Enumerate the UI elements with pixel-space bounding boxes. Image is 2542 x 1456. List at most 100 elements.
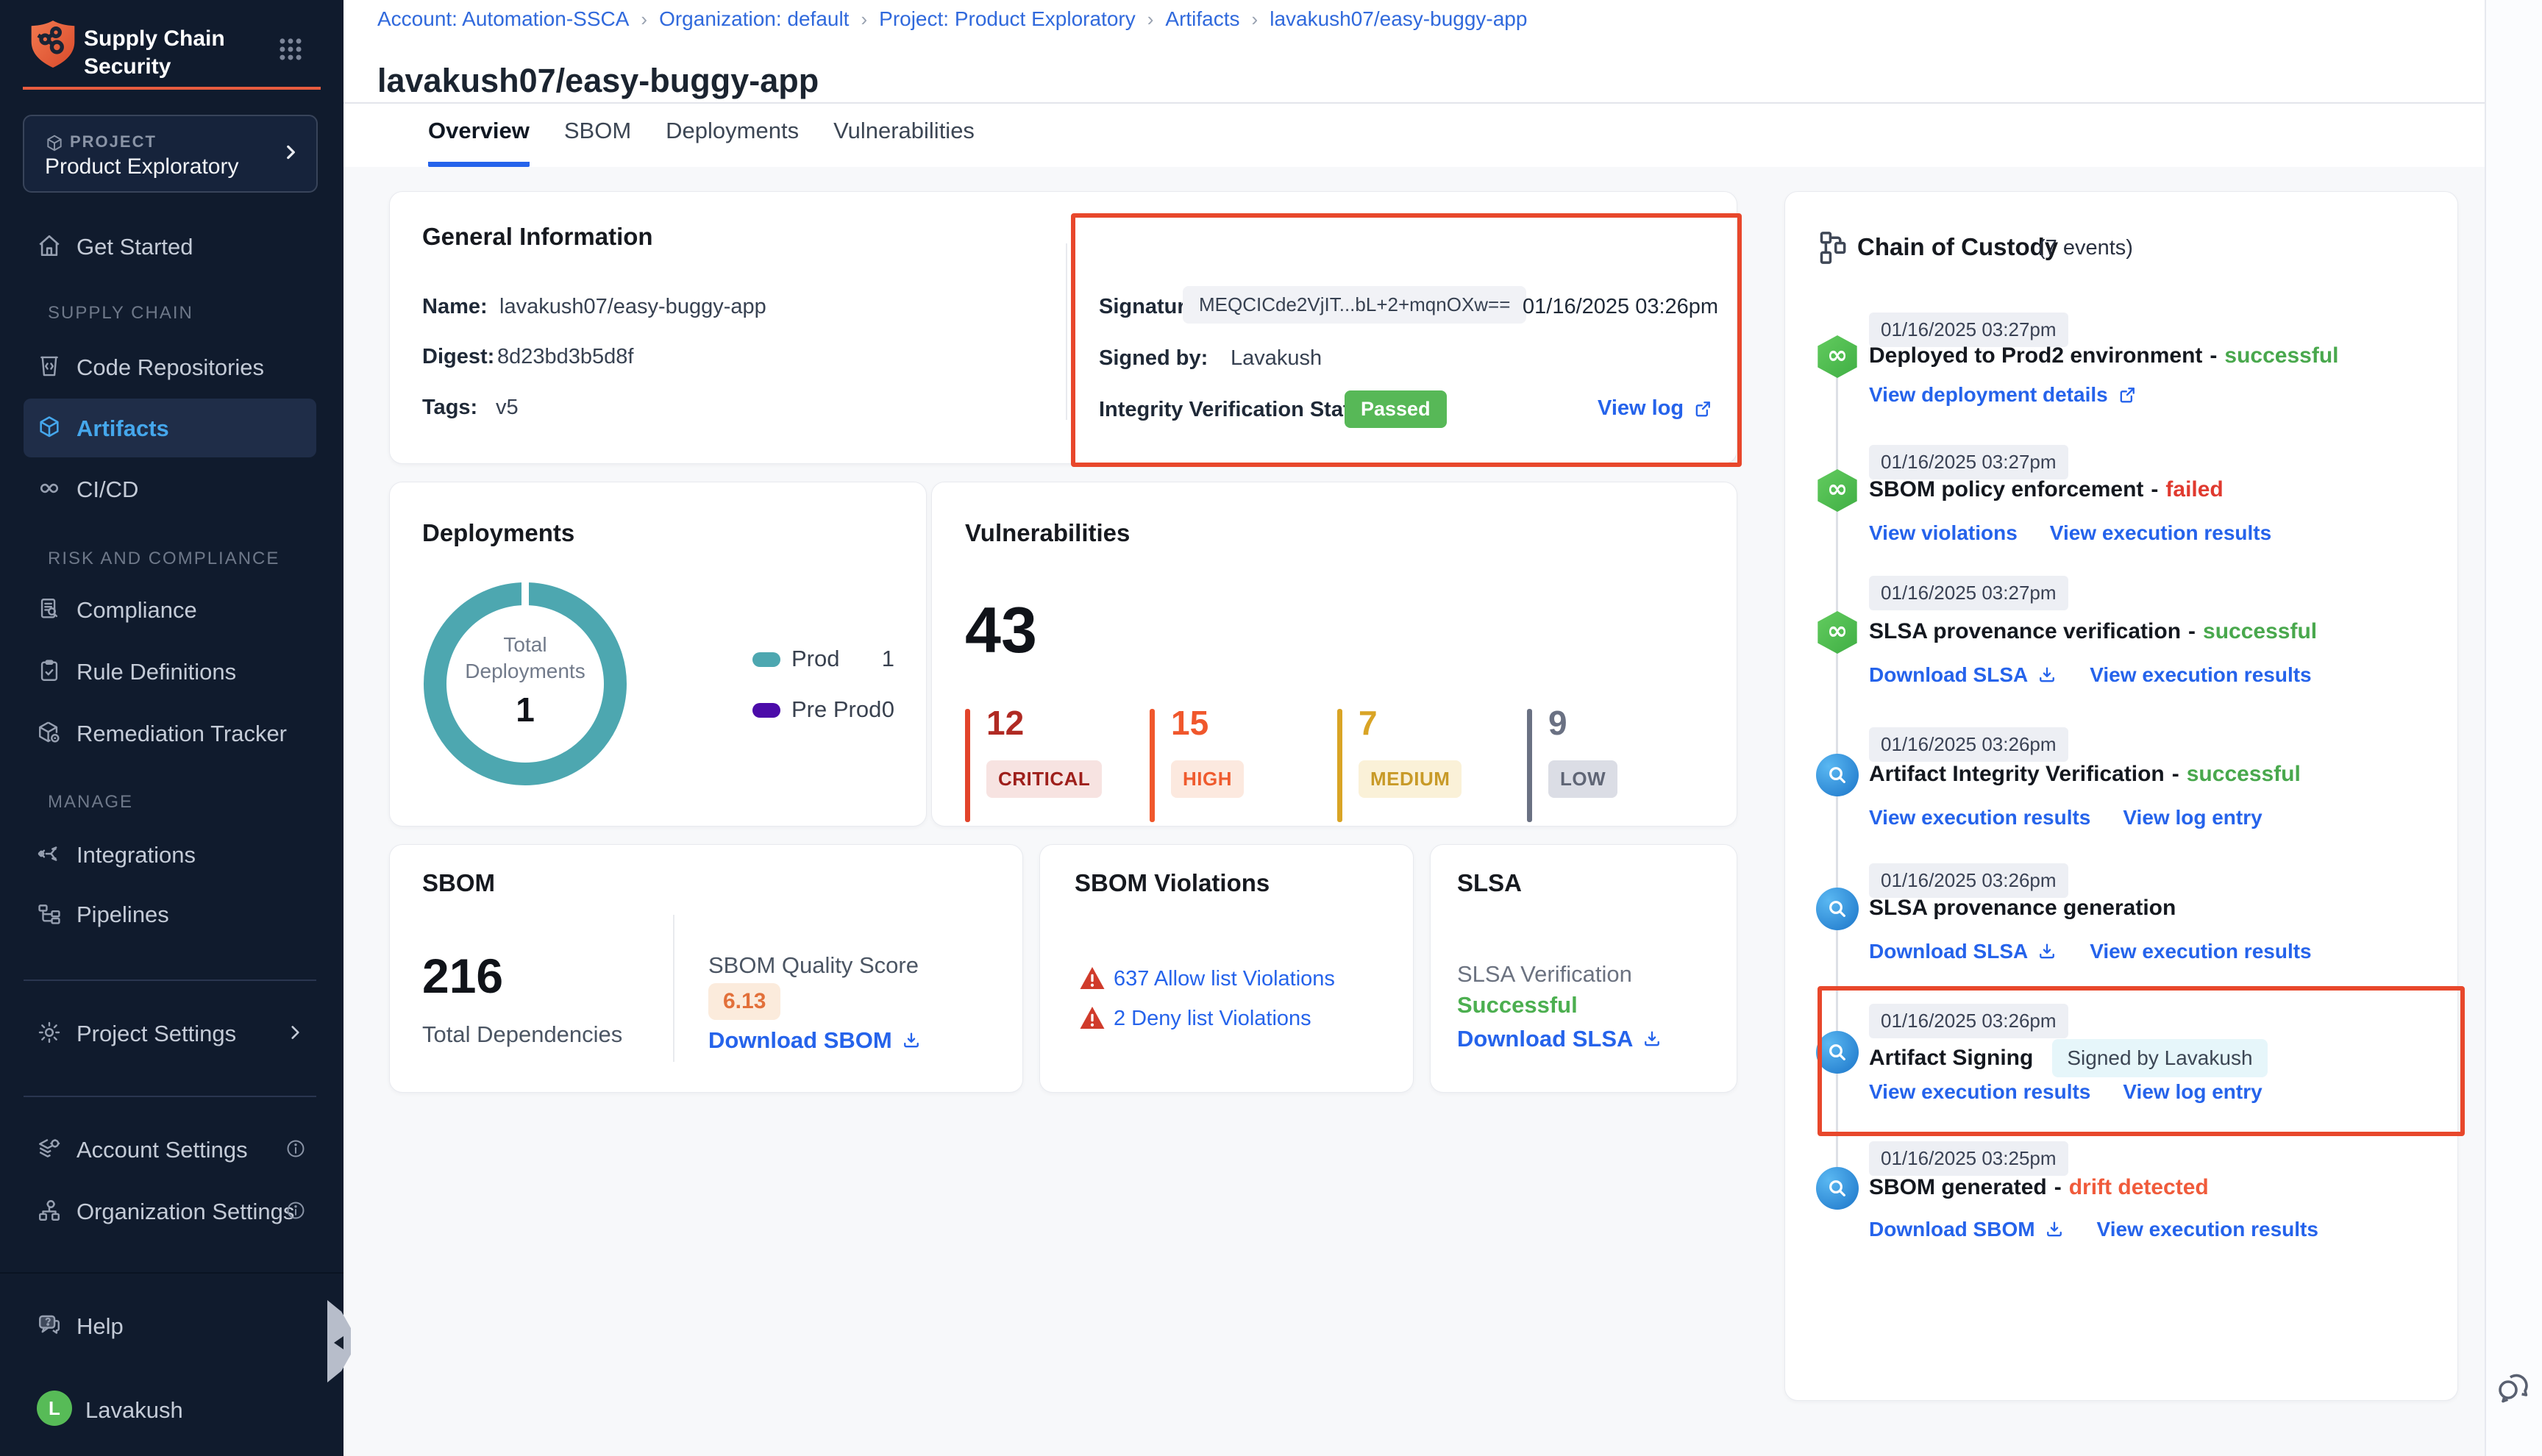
- event-timestamp: 01/16/2025 03:26pm: [1869, 863, 2068, 898]
- support-chat-icon[interactable]: [2496, 1371, 2532, 1406]
- user-initial: L: [49, 1397, 60, 1420]
- sbom-violations-card: SBOM Violations 637 Allow list Violation…: [1039, 844, 1414, 1093]
- highlight-box-signature: [1071, 213, 1742, 467]
- project-selector-label: PROJECT: [70, 132, 157, 151]
- sidebar-item-label: Organization Settings: [76, 1199, 294, 1225]
- view-log-entry-link[interactable]: View log entry: [2123, 806, 2262, 829]
- donut-center-label: Total Deployments: [460, 632, 590, 685]
- sidebar-collapse-handle[interactable]: [327, 1300, 351, 1382]
- sidebar-item-organization-settings[interactable]: Organization Settings: [24, 1188, 316, 1235]
- download-slsa-link[interactable]: Download SLSA: [1457, 1026, 1662, 1052]
- allow-list-violations-link[interactable]: 637 Allow list Violations: [1114, 967, 1335, 991]
- view-execution-results-link[interactable]: View execution results: [2097, 1218, 2318, 1241]
- sidebar-item-label: Get Started: [76, 234, 193, 260]
- event-title: SBOM policy enforcement - failed: [1869, 477, 2224, 502]
- event-status: drift detected: [2069, 1175, 2209, 1200]
- signed-by-label: Signed by:: [1099, 346, 1208, 371]
- view-execution-results-link[interactable]: View execution results: [2090, 663, 2311, 687]
- download-slsa-link[interactable]: Download SLSA: [1869, 663, 2057, 687]
- code-repository-icon: [37, 354, 62, 379]
- sidebar-item-pipelines[interactable]: Pipelines: [24, 891, 316, 938]
- right-gutter: [2485, 0, 2542, 1456]
- sidebar-divider: [24, 979, 316, 981]
- share-nodes-icon: [37, 841, 62, 866]
- card-title: Vulnerabilities: [965, 519, 1130, 547]
- box-tool-icon: [37, 720, 62, 745]
- download-sbom-link[interactable]: Download SBOM: [708, 1027, 922, 1054]
- breadcrumb-organization[interactable]: Organization: default: [659, 7, 849, 31]
- view-execution-results-link[interactable]: View execution results: [1869, 1080, 2090, 1104]
- breadcrumb-artifacts[interactable]: Artifacts: [1165, 7, 1239, 31]
- sidebar-item-label: Integrations: [76, 842, 196, 868]
- high-count: 15: [1171, 703, 1208, 743]
- app-launcher-grid-icon[interactable]: [277, 35, 305, 63]
- vulnerabilities-card: Vulnerabilities 43 12 CRITICAL 15 HIGH 7…: [931, 482, 1737, 827]
- view-log-entry-link[interactable]: View log entry: [2123, 1080, 2262, 1104]
- clipboard-check-icon: [37, 658, 62, 683]
- download-icon: [2037, 941, 2057, 962]
- breadcrumb-account[interactable]: Account: Automation-SSCA: [377, 7, 629, 31]
- tab-sbom[interactable]: SBOM: [564, 116, 631, 167]
- sidebar-item-code-repositories[interactable]: Code Repositories: [24, 343, 316, 390]
- breadcrumb-separator: ›: [1147, 8, 1154, 31]
- critical-count: 12: [986, 703, 1024, 743]
- download-slsa-link[interactable]: Download SLSA: [1869, 940, 2057, 963]
- breadcrumb-artifact-name[interactable]: lavakush07/easy-buggy-app: [1270, 7, 1527, 31]
- sidebar-item-label: Project Settings: [76, 1021, 236, 1047]
- warning-icon: [1079, 1005, 1106, 1030]
- tab-deployments[interactable]: Deployments: [666, 116, 799, 167]
- sbom-card: SBOM 216 Total Dependencies SBOM Quality…: [389, 844, 1023, 1093]
- sidebar-item-account-settings[interactable]: Account Settings: [24, 1126, 316, 1173]
- magnifier-icon: [1826, 1041, 1849, 1064]
- tab-overview[interactable]: Overview: [428, 116, 530, 167]
- view-execution-results-link[interactable]: View execution results: [1869, 806, 2090, 829]
- sidebar-item-label: Code Repositories: [76, 354, 264, 381]
- sidebar-item-help[interactable]: Help: [24, 1302, 316, 1349]
- deny-list-violations-link[interactable]: 2 Deny list Violations: [1114, 1007, 1311, 1031]
- legend-value-pre-prod: 0: [831, 696, 894, 723]
- view-violations-link[interactable]: View violations: [1869, 521, 2018, 545]
- breadcrumb-project[interactable]: Project: Product Exploratory: [879, 7, 1136, 31]
- allow-list-violations-label: 637 Allow list Violations: [1114, 967, 1335, 991]
- tab-vulnerabilities[interactable]: Vulnerabilities: [833, 116, 975, 167]
- document-search-icon: [37, 596, 62, 621]
- brand-shield-logo-icon: [29, 18, 76, 71]
- slsa-card: SLSA SLSA Verification Successful Downlo…: [1430, 844, 1737, 1093]
- download-sbom-link[interactable]: Download SBOM: [1869, 1218, 2065, 1241]
- sidebar-item-remediation-tracker[interactable]: Remediation Tracker: [24, 710, 316, 757]
- sidebar-item-integrations[interactable]: Integrations: [24, 831, 316, 878]
- sidebar-item-rule-definitions[interactable]: Rule Definitions: [24, 648, 316, 695]
- donut-total-value: 1: [460, 690, 590, 729]
- sidebar-item-get-started[interactable]: Get Started: [24, 223, 316, 270]
- view-execution-results-link[interactable]: View execution results: [2050, 521, 2271, 545]
- event-timestamp: 01/16/2025 03:26pm: [1869, 727, 2068, 762]
- sidebar-divider: [24, 1096, 316, 1097]
- project-selector-name: Product Exploratory: [45, 154, 238, 179]
- sidebar-item-compliance[interactable]: Compliance: [24, 586, 316, 633]
- sidebar-item-label: Help: [76, 1313, 124, 1340]
- info-icon: [285, 1200, 306, 1221]
- sidebar-item-project-settings[interactable]: Project Settings: [24, 1010, 316, 1057]
- tab-bar: Overview SBOM Deployments Vulnerabilitie…: [428, 116, 975, 167]
- view-log-link[interactable]: View log: [1598, 396, 1713, 421]
- breadcrumb-separator: ›: [861, 8, 867, 31]
- magnifier-icon: [1826, 897, 1849, 921]
- breadcrumb: Account: Automation-SSCA › Organization:…: [377, 7, 1527, 31]
- user-avatar[interactable]: L: [37, 1391, 72, 1426]
- high-bar: [1150, 709, 1155, 822]
- page-title: lavakush07/easy-buggy-app: [377, 62, 819, 100]
- view-execution-results-link[interactable]: View execution results: [2090, 940, 2311, 963]
- sidebar-item-label: CI/CD: [76, 477, 138, 503]
- slsa-verification-status: Successful: [1457, 992, 1578, 1018]
- event-status: successful: [2187, 762, 2301, 787]
- event-title: Artifact Integrity Verification - succes…: [1869, 762, 2301, 787]
- slsa-verification-icon: ∞: [1816, 611, 1859, 654]
- low-count: 9: [1548, 703, 1567, 743]
- sidebar-item-label: Remediation Tracker: [76, 721, 287, 747]
- event-title: Deployed to Prod2 environment - successf…: [1869, 343, 2339, 368]
- signature-value[interactable]: MEQCICde2VjIT...bL+2+mqnOXw==: [1183, 286, 1526, 324]
- project-selector[interactable]: PROJECT Product Exploratory: [23, 115, 318, 193]
- view-deployment-details-link[interactable]: View deployment details: [1869, 383, 2137, 407]
- sidebar-item-cicd[interactable]: CI/CD: [24, 465, 316, 513]
- sidebar-item-artifacts[interactable]: Artifacts: [24, 399, 316, 457]
